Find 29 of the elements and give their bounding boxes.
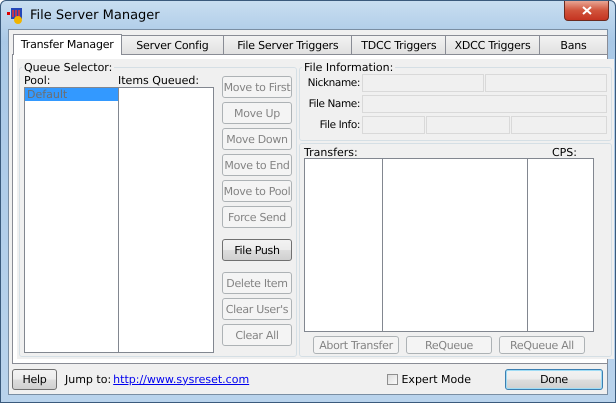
field-label: File Name: bbox=[308, 98, 360, 110]
help-button[interactable]: Help bbox=[12, 368, 57, 390]
tab[interactable]: XDCC Triggers bbox=[445, 35, 540, 54]
list-label: Items Queued: bbox=[118, 74, 200, 87]
checkbox-label: Expert Mode bbox=[401, 372, 471, 386]
list-label: Pool: bbox=[24, 74, 52, 87]
group-title: File Information: bbox=[303, 61, 394, 74]
tab[interactable]: Transfer Manager bbox=[13, 34, 122, 55]
window-title: File Server Manager bbox=[30, 8, 160, 22]
queue-button[interactable]: File Push bbox=[222, 239, 292, 261]
close-button[interactable] bbox=[564, 1, 609, 21]
group-title: Queue Selector: bbox=[23, 61, 114, 74]
app-icon bbox=[7, 6, 24, 24]
expert-mode-checkbox[interactable] bbox=[387, 374, 398, 384]
field-label: File Info: bbox=[318, 119, 360, 131]
list-label: CPS: bbox=[552, 146, 577, 158]
done-button[interactable]: Done bbox=[505, 368, 603, 390]
cps-list[interactable] bbox=[528, 158, 594, 332]
field-label: Nickname: bbox=[306, 77, 360, 89]
tab[interactable]: Server Config bbox=[120, 35, 224, 54]
tab[interactable]: TDCC Triggers bbox=[351, 35, 446, 54]
list-label: Transfers: bbox=[304, 146, 358, 158]
close-icon bbox=[582, 6, 592, 15]
tab[interactable]: Bans bbox=[538, 35, 608, 54]
tab[interactable]: File Server Triggers bbox=[223, 35, 352, 54]
website-link[interactable]: http://www.sysreset.com bbox=[113, 372, 250, 386]
list-item[interactable]: Default bbox=[25, 88, 118, 101]
jump-label: Jump to: bbox=[65, 372, 112, 386]
transfer-list[interactable] bbox=[304, 158, 383, 332]
